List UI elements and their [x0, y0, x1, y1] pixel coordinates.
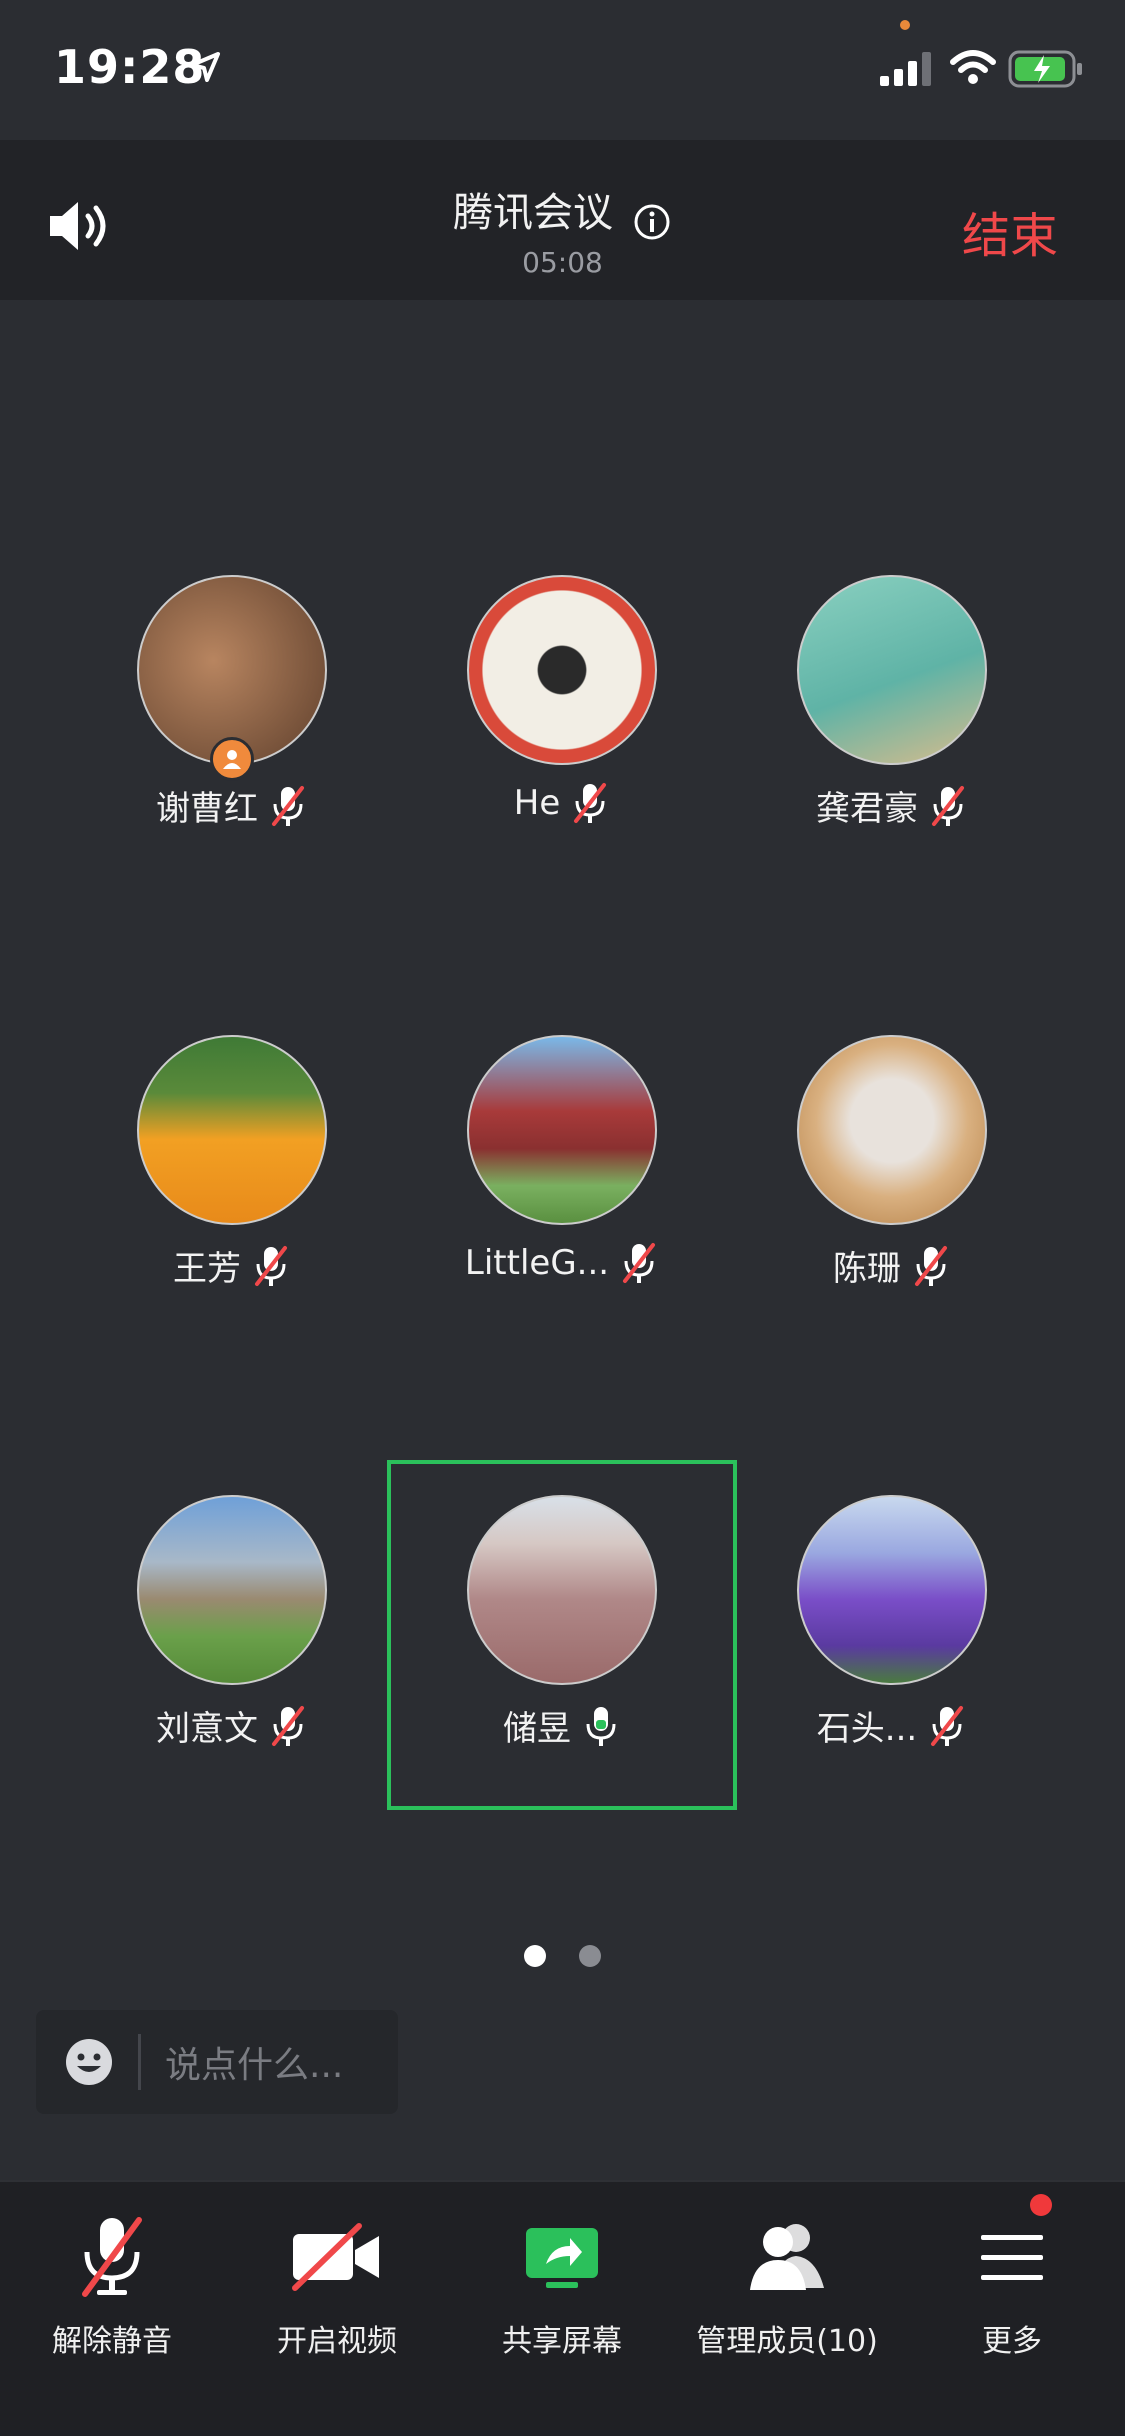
participant-name: LittleG...: [464, 1243, 610, 1283]
location-arrow-icon: [190, 52, 220, 82]
status-bar: 19:28: [0, 0, 1125, 140]
page-dot-active[interactable]: [523, 1945, 546, 1967]
page-dot[interactable]: [579, 1945, 602, 1967]
avatar: [467, 575, 657, 765]
title-bar: 腾讯会议: [0, 180, 1125, 242]
avatar: [797, 1035, 987, 1225]
participant-name: 谢曹红: [156, 789, 258, 829]
participant-name: 龚君豪: [816, 789, 918, 829]
chat-placeholder: 说点什么...: [165, 2045, 344, 2086]
unmute-button[interactable]: 解除静音: [7, 2212, 217, 2360]
more-label: 更多: [982, 2324, 1042, 2359]
more-button[interactable]: 更多: [907, 2212, 1117, 2360]
bottom-toolbar: 解除静音 开启视频 共享屏幕 管理成员(10) 更多: [0, 2180, 1125, 2436]
share-screen-icon: [526, 2228, 598, 2288]
notification-dot: [1030, 2194, 1052, 2216]
participant-name: 石头...: [816, 1709, 918, 1749]
chat-input[interactable]: 说点什么...: [36, 2010, 398, 2114]
participant-tile[interactable]: 王芳: [102, 1035, 362, 1290]
avatar: [137, 1035, 327, 1225]
page-indicator: [0, 1945, 1125, 1971]
participant-tile[interactable]: 石头...: [762, 1495, 1022, 1750]
participant-tile[interactable]: 储昱: [432, 1495, 692, 1750]
avatar: [797, 1495, 987, 1685]
cellular-signal-icon: [880, 52, 931, 86]
manage-members-label: 管理成员(10): [696, 2324, 878, 2359]
meeting-header: 腾讯会议 05:08 结束: [0, 140, 1125, 300]
privacy-indicator: [900, 20, 910, 30]
start-video-button[interactable]: 开启视频: [232, 2212, 442, 2360]
emoji-icon[interactable]: [64, 2037, 114, 2087]
avatar: [467, 1495, 657, 1685]
battery-charging-icon: [1008, 50, 1082, 88]
avatar: [137, 1495, 327, 1685]
chat-divider: [138, 2034, 141, 2090]
end-meeting-button[interactable]: 结束: [962, 196, 1058, 266]
mic-off-icon: [82, 2217, 142, 2297]
participant-tile[interactable]: LittleG...: [432, 1035, 692, 1285]
share-screen-label: 共享屏幕: [502, 2324, 622, 2359]
start-video-label: 开启视频: [277, 2324, 397, 2359]
participant-name: 王芳: [173, 1249, 241, 1289]
meeting-timer: 05:08: [522, 246, 603, 279]
avatar: [797, 575, 987, 765]
mic-muted-icon: [574, 783, 607, 823]
more-menu-icon: [981, 2235, 1043, 2280]
mic-muted-icon: [255, 1245, 287, 1286]
members-icon: [750, 2224, 824, 2290]
avatar: [467, 1035, 657, 1225]
meeting-title: 腾讯会议: [452, 190, 613, 236]
participant-name: 刘意文: [156, 1709, 258, 1749]
manage-members-button[interactable]: 管理成员(10): [682, 2212, 892, 2360]
participant-name: 储昱: [503, 1709, 571, 1749]
participant-name: He: [513, 783, 561, 823]
participant-tile[interactable]: 陈珊: [762, 1035, 1022, 1290]
video-off-icon: [292, 2223, 379, 2291]
wifi-icon: [950, 50, 996, 84]
participant-tile[interactable]: 谢曹红: [102, 575, 362, 830]
mic-muted-icon: [931, 1705, 964, 1746]
mic-muted-icon: [623, 1243, 656, 1283]
status-time: 19:28: [54, 40, 206, 94]
share-screen-button[interactable]: 共享屏幕: [457, 2212, 667, 2360]
participant-tile[interactable]: 龚君豪: [762, 575, 1022, 830]
mic-muted-icon: [272, 1705, 304, 1746]
participant-name: 陈珊: [833, 1249, 901, 1289]
mic-muted-icon: [932, 785, 964, 826]
info-icon[interactable]: [632, 202, 672, 242]
participant-tile[interactable]: He: [432, 575, 692, 825]
meeting-screen: 19:28 腾讯会议 05:08 结束 谢曹红 He 龚君豪 王芳 Little…: [0, 0, 1125, 2436]
host-badge-icon: [210, 737, 254, 781]
unmute-label: 解除静音: [52, 2324, 172, 2359]
mic-muted-icon: [272, 785, 304, 826]
participant-tile[interactable]: 刘意文: [102, 1495, 362, 1750]
mic-muted-icon: [915, 1245, 947, 1286]
mic-active-icon: [586, 1706, 616, 1746]
